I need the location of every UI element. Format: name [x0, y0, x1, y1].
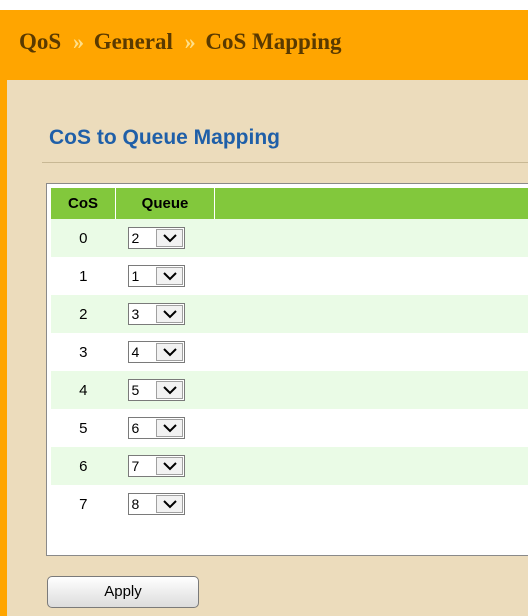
queue-select-value: 6 [131, 420, 140, 436]
chevron-down-icon[interactable] [155, 495, 183, 513]
cos-value: 6 [51, 447, 116, 485]
row-spacer [214, 409, 528, 447]
queue-select[interactable]: 6 [127, 417, 185, 439]
queue-select-value: 1 [131, 268, 140, 284]
queue-select[interactable]: 8 [127, 493, 185, 515]
section-title: CoS to Queue Mapping [49, 126, 280, 149]
breadcrumb-item-qos[interactable]: QoS [19, 29, 61, 55]
chevron-down-icon[interactable] [155, 305, 183, 323]
column-header-cos: CoS [51, 188, 116, 219]
column-header-queue: Queue [115, 188, 215, 219]
cos-value: 1 [51, 257, 116, 295]
content-panel: CoS to Queue Mapping CoS Queue 021123344… [7, 80, 528, 616]
row-spacer [214, 333, 528, 371]
queue-cell: 8 [115, 485, 215, 523]
queue-select-value: 7 [131, 458, 140, 474]
page-header: QoS » General » CoS Mapping [0, 10, 528, 80]
breadcrumb: QoS » General » CoS Mapping [19, 27, 342, 55]
queue-select[interactable]: 2 [127, 227, 185, 249]
table-row: 45 [51, 371, 528, 409]
apply-button[interactable]: Apply [47, 576, 199, 608]
chevron-down-icon[interactable] [155, 381, 183, 399]
chevron-down-icon[interactable] [155, 343, 183, 361]
chevron-down-icon[interactable] [155, 419, 183, 437]
queue-cell: 1 [115, 257, 215, 295]
breadcrumb-separator-icon: » [72, 28, 84, 54]
table-row: 56 [51, 409, 528, 447]
table-row: 34 [51, 333, 528, 371]
queue-cell: 2 [115, 219, 215, 257]
queue-cell: 6 [115, 409, 215, 447]
queue-cell: 3 [115, 295, 215, 333]
queue-cell: 7 [115, 447, 215, 485]
table-row: 02 [51, 219, 528, 257]
column-header-spacer [214, 188, 528, 219]
queue-cell: 5 [115, 371, 215, 409]
row-spacer [214, 485, 528, 523]
chevron-down-icon[interactable] [155, 267, 183, 285]
queue-select-value: 5 [131, 382, 140, 398]
queue-select-value: 4 [131, 344, 140, 360]
breadcrumb-separator-icon: » [184, 28, 196, 54]
queue-select-value: 2 [131, 230, 140, 246]
breadcrumb-item-general[interactable]: General [94, 29, 173, 55]
table-row: 11 [51, 257, 528, 295]
row-spacer [214, 371, 528, 409]
cos-queue-table: CoS Queue 0211233445566778 [46, 183, 528, 556]
table-row: 67 [51, 447, 528, 485]
row-spacer [214, 447, 528, 485]
row-spacer [214, 257, 528, 295]
row-spacer [214, 295, 528, 333]
table-row: 78 [51, 485, 528, 523]
queue-select[interactable]: 5 [127, 379, 185, 401]
row-spacer [214, 219, 528, 257]
cos-value: 0 [51, 219, 116, 257]
cos-value: 5 [51, 409, 116, 447]
queue-select[interactable]: 7 [127, 455, 185, 477]
cos-value: 4 [51, 371, 116, 409]
breadcrumb-item-cos-mapping: CoS Mapping [205, 28, 342, 54]
queue-select-value: 3 [131, 306, 140, 322]
queue-select[interactable]: 3 [127, 303, 185, 325]
chevron-down-icon[interactable] [155, 229, 183, 247]
cos-value: 7 [51, 485, 116, 523]
title-divider [42, 162, 528, 163]
table-row: 23 [51, 295, 528, 333]
queue-cell: 4 [115, 333, 215, 371]
queue-select-value: 8 [131, 496, 140, 512]
cos-value: 2 [51, 295, 116, 333]
page-frame: QoS » General » CoS Mapping CoS to Queue… [0, 10, 528, 616]
queue-select[interactable]: 4 [127, 341, 185, 363]
queue-select[interactable]: 1 [127, 265, 185, 287]
cos-value: 3 [51, 333, 116, 371]
chevron-down-icon[interactable] [155, 457, 183, 475]
